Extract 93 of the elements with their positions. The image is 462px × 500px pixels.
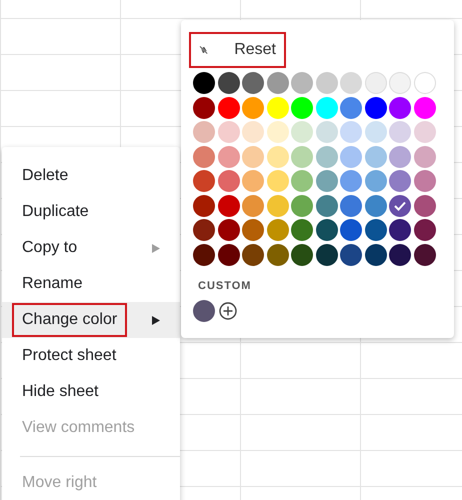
color-swatch[interactable]: [242, 194, 264, 216]
color-swatch[interactable]: [291, 96, 313, 118]
color-swatch[interactable]: [242, 146, 264, 168]
color-swatch[interactable]: [414, 72, 436, 94]
color-swatch[interactable]: [316, 194, 338, 216]
color-swatch[interactable]: [316, 96, 338, 118]
submenu-arrow-icon: [152, 316, 160, 324]
color-swatch[interactable]: [266, 146, 288, 168]
color-swatch[interactable]: [242, 244, 264, 266]
color-swatch[interactable]: [218, 146, 240, 168]
color-swatch[interactable]: [218, 194, 240, 216]
section-label: CUSTOM: [198, 280, 252, 292]
add-icon[interactable]: [219, 302, 237, 320]
color-swatch[interactable]: [218, 219, 240, 241]
color-swatch[interactable]: [193, 96, 215, 118]
color-swatch[interactable]: [414, 194, 436, 216]
color-swatch[interactable]: [316, 146, 338, 168]
color-swatch[interactable]: [364, 194, 386, 216]
color-swatch[interactable]: [389, 194, 411, 216]
color-swatch[interactable]: [291, 170, 313, 192]
color-swatch[interactable]: [414, 96, 436, 118]
color-swatch[interactable]: [316, 244, 338, 266]
menu-item[interactable]: Change color: [2, 302, 180, 338]
color-swatch[interactable]: [291, 121, 313, 143]
color-swatch[interactable]: [414, 219, 436, 241]
color-swatch[interactable]: [340, 244, 362, 266]
color-swatch[interactable]: [364, 72, 386, 94]
color-swatch[interactable]: [414, 121, 436, 143]
color-swatch[interactable]: [364, 96, 386, 118]
color-swatch[interactable]: [193, 194, 215, 216]
color-swatch[interactable]: [242, 121, 264, 143]
color-swatch[interactable]: [218, 170, 240, 192]
color-swatch[interactable]: [218, 96, 240, 118]
color-swatch[interactable]: [316, 121, 338, 143]
color-swatch[interactable]: [242, 170, 264, 192]
color-swatch[interactable]: [340, 194, 362, 216]
reset-button[interactable]: Reset: [189, 32, 286, 68]
color-swatch[interactable]: [193, 300, 215, 322]
color-swatch[interactable]: [364, 121, 386, 143]
color-swatch[interactable]: [266, 121, 288, 143]
color-swatch[interactable]: [193, 146, 215, 168]
color-swatch[interactable]: [389, 96, 411, 118]
color-swatch[interactable]: [414, 244, 436, 266]
color-swatch[interactable]: [316, 72, 338, 94]
color-swatch[interactable]: [389, 121, 411, 143]
color-swatch[interactable]: [193, 170, 215, 192]
color-swatch[interactable]: [218, 244, 240, 266]
color-swatch[interactable]: [218, 72, 240, 94]
color-swatch[interactable]: [389, 219, 411, 241]
menu-item[interactable]: Duplicate: [2, 194, 180, 230]
color-swatch[interactable]: [340, 170, 362, 192]
menu-item[interactable]: Hide sheet: [2, 374, 180, 410]
menu-item[interactable]: Delete: [2, 158, 180, 194]
color-swatch[interactable]: [291, 146, 313, 168]
color-swatch[interactable]: [364, 170, 386, 192]
color-swatch[interactable]: [193, 72, 215, 94]
color-swatch[interactable]: [364, 244, 386, 266]
color-swatch[interactable]: [364, 146, 386, 168]
color-swatch[interactable]: [218, 121, 240, 143]
color-swatch[interactable]: [266, 72, 288, 94]
color-swatch[interactable]: [266, 96, 288, 118]
color-swatch[interactable]: [340, 72, 362, 94]
color-swatch[interactable]: [193, 244, 215, 266]
color-swatch[interactable]: [266, 170, 288, 192]
color-swatch[interactable]: [414, 146, 436, 168]
color-swatch[interactable]: [291, 219, 313, 241]
color-swatch[interactable]: [364, 219, 386, 241]
color-swatch[interactable]: [414, 170, 436, 192]
color-swatch[interactable]: [242, 219, 264, 241]
color-swatch[interactable]: [389, 72, 411, 94]
color-swatch[interactable]: [193, 219, 215, 241]
menu-item[interactable]: Rename: [2, 266, 180, 302]
color-swatch[interactable]: [266, 244, 288, 266]
color-swatch[interactable]: [340, 96, 362, 118]
color-swatch[interactable]: [291, 244, 313, 266]
color-swatch[interactable]: [389, 170, 411, 192]
color-swatch[interactable]: [389, 244, 411, 266]
color-swatch[interactable]: [340, 121, 362, 143]
color-swatch[interactable]: [316, 170, 338, 192]
submenu-arrow-icon: [152, 244, 160, 252]
color-swatch[interactable]: [291, 194, 313, 216]
menu-item[interactable]: Copy to: [2, 230, 180, 266]
color-swatch[interactable]: [242, 72, 264, 94]
color-swatch[interactable]: [266, 219, 288, 241]
color-swatch[interactable]: [242, 96, 264, 118]
color-swatch[interactable]: [291, 72, 313, 94]
color-swatch[interactable]: [340, 219, 362, 241]
color-swatch[interactable]: [340, 146, 362, 168]
color-swatch[interactable]: [193, 121, 215, 143]
menu-item[interactable]: Protect sheet: [2, 338, 180, 374]
color-swatch[interactable]: [266, 194, 288, 216]
color-swatch[interactable]: [316, 219, 338, 241]
color-swatch[interactable]: [389, 146, 411, 168]
